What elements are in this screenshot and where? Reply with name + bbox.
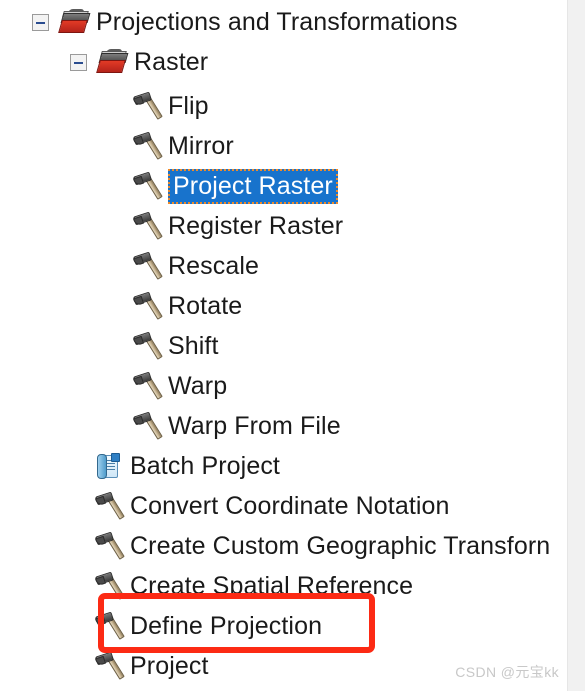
tree-item[interactable]: Projections and Transformations	[32, 2, 458, 42]
tree-item[interactable]: Warp From File	[108, 406, 341, 446]
hammer-icon	[132, 251, 163, 280]
hammer-icon	[94, 611, 125, 640]
tree-item-label: Warp	[168, 372, 228, 400]
hammer-icon	[132, 371, 163, 400]
hammer-icon	[132, 91, 163, 120]
vertical-scrollbar[interactable]	[567, 0, 585, 691]
tree-item-label: Rescale	[168, 252, 260, 280]
tree-item[interactable]: Rescale	[108, 246, 259, 286]
tree-item-label: Raster	[134, 48, 209, 76]
watermark-text: CSDN @元宝kk	[455, 664, 559, 680]
tree-item-label: Mirror	[168, 132, 234, 160]
tree-item-label: Batch Project	[130, 452, 280, 480]
tree-item[interactable]: Project	[70, 646, 209, 686]
toolbox-tree[interactable]: Projections and Transformations Raster Fli…	[0, 0, 568, 691]
tree-item-label: Projections and Transformations	[96, 8, 458, 36]
tree-item[interactable]: Create Spatial Reference	[70, 566, 413, 606]
hammer-icon	[132, 131, 163, 160]
hammer-icon	[132, 211, 163, 240]
hammer-icon	[132, 331, 163, 360]
tree-item-label: Create Custom Geographic Transforn	[130, 532, 551, 560]
tree-item-label: Shift	[168, 332, 219, 360]
tree-item[interactable]: Raster	[70, 42, 208, 82]
hammer-icon	[94, 571, 125, 600]
toolbox-icon	[96, 49, 129, 75]
tree-item[interactable]: Register Raster	[108, 206, 343, 246]
tree-item[interactable]: Warp	[108, 366, 227, 406]
toolbox-icon	[58, 9, 91, 35]
hammer-icon	[94, 491, 125, 520]
tree-item-label: Project Raster	[173, 171, 333, 200]
collapse-minus-icon[interactable]	[70, 53, 87, 71]
tree-item[interactable]: Flip	[108, 86, 209, 126]
tree-item-label: Project	[130, 652, 209, 680]
tree-item-label: Convert Coordinate Notation	[130, 492, 450, 520]
tree-item-label: Register Raster	[168, 212, 344, 240]
collapse-minus-icon[interactable]	[32, 13, 49, 31]
hammer-icon	[132, 171, 163, 200]
tree-item[interactable]: Mirror	[108, 126, 234, 166]
hammer-icon	[94, 651, 125, 680]
tree-item-label: Flip	[168, 92, 209, 120]
tree-item[interactable]: Create Custom Geographic Transforn	[70, 526, 550, 566]
selection-highlight[interactable]: Project Raster	[168, 168, 338, 204]
tree-item[interactable]: Shift	[108, 326, 219, 366]
tree-item-label: Warp From File	[168, 412, 341, 440]
hammer-icon	[94, 531, 125, 560]
tree-item-label: Define Projection	[130, 612, 323, 640]
tree-item[interactable]: Convert Coordinate Notation	[70, 486, 450, 526]
script-icon	[96, 452, 122, 480]
tree-item[interactable]: Define Projection	[70, 606, 322, 646]
hammer-icon	[132, 411, 163, 440]
tree-item[interactable]: Rotate	[108, 286, 242, 326]
hammer-icon	[132, 291, 163, 320]
tree-item[interactable]: Project Raster	[108, 166, 338, 206]
tree-item-label: Rotate	[168, 292, 243, 320]
tree-item-label: Create Spatial Reference	[130, 572, 414, 600]
tree-item[interactable]: Batch Project	[70, 446, 280, 486]
toolbox-tree-screen: Projections and Transformations Raster Fli…	[0, 0, 585, 691]
